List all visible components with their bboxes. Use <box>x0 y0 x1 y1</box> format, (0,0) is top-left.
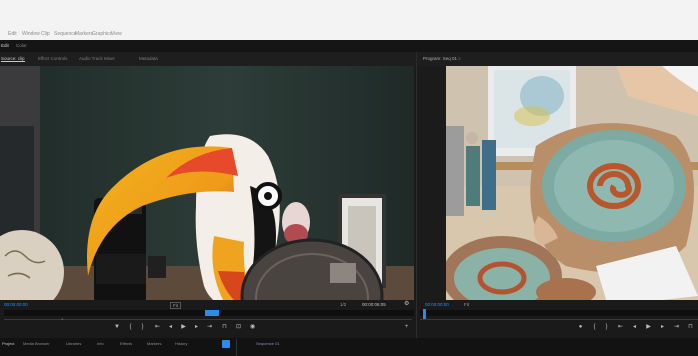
program-go-to-in-icon[interactable]: ⇤ <box>618 324 623 330</box>
source-monitor-video[interactable] <box>0 66 414 303</box>
tab-audio-mixer[interactable]: Audio Track Mixer <box>79 56 115 61</box>
source-frame-image <box>0 66 414 303</box>
tab-media-browser[interactable]: Media Browser <box>23 341 50 346</box>
program-monitor-video[interactable] <box>446 66 698 303</box>
menu-view[interactable]: View <box>111 31 122 37</box>
add-marker-icon[interactable]: ▼ <box>114 324 120 330</box>
program-play-icon[interactable]: ▶ <box>646 324 651 330</box>
program-lift-icon[interactable]: ⊓ <box>688 324 693 330</box>
program-menu-icon[interactable]: ≡ <box>458 56 461 61</box>
menu-graphics[interactable]: Graphics <box>92 31 112 37</box>
play-icon[interactable]: ▶ <box>181 324 186 330</box>
source-timecode-current[interactable]: 00:00:00:00 <box>4 302 28 307</box>
program-ruler <box>420 319 698 320</box>
bottom-panel-row <box>0 338 698 356</box>
workspace-tab-color[interactable]: Color <box>16 43 27 48</box>
panel-divider <box>416 52 417 356</box>
program-mark-out-icon[interactable]: } <box>604 324 609 330</box>
go-to-in-icon[interactable]: ⇤ <box>155 324 160 330</box>
timeline-divider <box>236 339 237 356</box>
step-back-icon[interactable]: ◂ <box>168 324 173 330</box>
source-zoom-select[interactable]: 1/2 <box>340 302 346 307</box>
program-playhead[interactable] <box>423 309 426 319</box>
source-playhead[interactable] <box>205 310 219 316</box>
program-step-forward-icon[interactable]: ▸ <box>660 324 665 330</box>
menu-file[interactable]: Edit <box>8 31 17 37</box>
menu-sequence[interactable]: Sequence <box>54 31 77 37</box>
menu-markers[interactable]: Markers <box>75 31 93 37</box>
program-go-to-out-icon[interactable]: ⇥ <box>674 324 679 330</box>
program-frame-image <box>446 66 698 303</box>
tab-info[interactable]: Info <box>97 341 104 346</box>
menu-clip[interactable]: Clip <box>41 31 50 37</box>
program-timecode-current[interactable]: 00:00:00:00 <box>425 302 449 307</box>
source-add-button-icon[interactable]: + <box>404 324 409 330</box>
tab-source[interactable]: Source: clip <box>1 56 25 62</box>
insert-icon[interactable]: ⊓ <box>222 324 227 330</box>
mark-in-icon[interactable]: { <box>128 324 133 330</box>
tab-effect-controls[interactable]: Effect Controls <box>38 56 67 61</box>
tab-sequence-timeline[interactable]: Sequence 01 <box>256 341 280 346</box>
ruler-marker-icon: ◦ <box>61 317 64 323</box>
program-add-marker-icon[interactable]: ● <box>578 324 583 330</box>
tab-metadata[interactable]: Metadata <box>139 56 158 61</box>
program-scrub-bar[interactable] <box>420 310 698 316</box>
go-to-out-icon[interactable]: ⇥ <box>207 324 212 330</box>
tab-history[interactable]: History <box>175 341 187 346</box>
source-timecode-duration: 00:00:06:05 <box>362 302 386 307</box>
mark-out-icon[interactable]: } <box>140 324 145 330</box>
workspace-tab-edit[interactable]: Edit <box>1 43 9 48</box>
program-fit-select[interactable]: Fit <box>464 302 469 307</box>
tab-project[interactable]: Project <box>2 341 14 346</box>
tab-libraries[interactable]: Libraries <box>66 341 81 346</box>
source-fit-select[interactable]: Fit <box>170 302 181 309</box>
menu-edit[interactable]: Window <box>22 31 40 37</box>
tab-program[interactable]: Program: Seq 01 <box>423 56 457 61</box>
tab-markers[interactable]: Markers <box>147 341 161 346</box>
program-mark-in-icon[interactable]: { <box>592 324 597 330</box>
overwrite-icon[interactable]: ⊡ <box>236 324 241 330</box>
settings-wrench-icon[interactable]: ⚙ <box>404 301 409 307</box>
source-ruler <box>4 319 412 320</box>
export-frame-icon[interactable]: ◉ <box>250 324 255 330</box>
timeline-tool-icon[interactable] <box>222 340 230 348</box>
tab-effects[interactable]: Effects <box>120 341 132 346</box>
program-step-back-icon[interactable]: ◂ <box>632 324 637 330</box>
step-forward-icon[interactable]: ▸ <box>194 324 199 330</box>
workspace-bar <box>0 40 698 52</box>
